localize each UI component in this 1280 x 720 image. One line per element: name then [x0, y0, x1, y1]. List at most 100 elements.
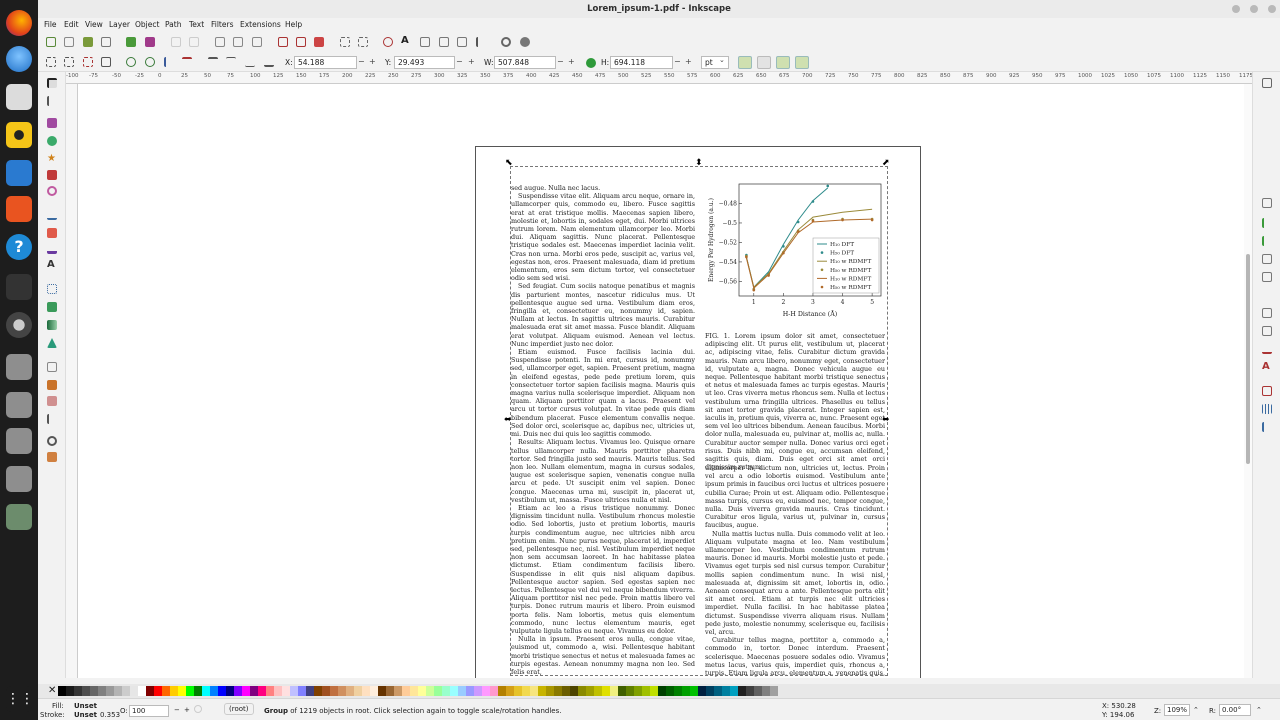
color-swatch[interactable] — [314, 686, 322, 696]
color-swatch[interactable] — [642, 686, 650, 696]
clone-icon[interactable] — [296, 37, 306, 47]
scale-handle-top-right[interactable]: ⬈ — [882, 159, 890, 168]
color-swatch[interactable] — [690, 686, 698, 696]
ungroup-icon[interactable] — [358, 37, 368, 47]
import-icon[interactable] — [126, 37, 136, 47]
spray-tool-icon[interactable] — [47, 284, 57, 294]
color-swatch[interactable] — [458, 686, 466, 696]
snap-guide-icon[interactable] — [1262, 422, 1272, 432]
color-swatch[interactable] — [114, 686, 122, 696]
gradient-tool-icon[interactable] — [47, 320, 57, 330]
transform-icon[interactable] — [101, 57, 111, 67]
color-swatch[interactable] — [570, 686, 578, 696]
select-all-icon[interactable] — [46, 57, 56, 67]
zoom-tool-icon[interactable] — [47, 436, 57, 446]
lower-to-bottom-icon[interactable] — [264, 57, 274, 67]
color-swatch[interactable] — [418, 686, 426, 696]
color-swatch[interactable] — [74, 686, 82, 696]
color-swatch[interactable] — [290, 686, 298, 696]
color-swatch[interactable] — [522, 686, 530, 696]
color-swatch[interactable] — [266, 686, 274, 696]
opacity-minus-button[interactable]: − — [174, 706, 180, 714]
color-swatch[interactable] — [146, 686, 154, 696]
x-input[interactable]: 54.188 — [294, 56, 357, 69]
3d-box-tool-icon[interactable] — [47, 170, 57, 180]
color-swatch[interactable] — [514, 686, 522, 696]
color-swatch[interactable] — [650, 686, 658, 696]
drawing-canvas[interactable]: sed augue. Nulla nec lacus. Suspendisse … — [78, 84, 1244, 678]
text-font-icon[interactable]: A — [401, 35, 411, 46]
menu-filters[interactable]: Filters — [211, 20, 233, 29]
tweak-tool-icon[interactable] — [47, 362, 57, 372]
color-swatch[interactable] — [226, 686, 234, 696]
usb-icon[interactable] — [6, 428, 32, 454]
deselect-icon[interactable] — [83, 57, 93, 67]
color-swatch[interactable] — [162, 686, 170, 696]
color-swatch[interactable] — [66, 686, 74, 696]
color-swatch[interactable] — [770, 686, 778, 696]
color-swatch[interactable] — [602, 686, 610, 696]
color-swatch[interactable] — [706, 686, 714, 696]
color-swatch[interactable] — [122, 686, 130, 696]
color-swatch[interactable] — [554, 686, 562, 696]
flip-horizontal-icon[interactable] — [164, 57, 174, 67]
zoom-stepper[interactable]: ⌃ — [1193, 706, 1199, 714]
cut-icon[interactable] — [233, 37, 243, 47]
new-document-icon[interactable] — [46, 37, 56, 47]
print-icon[interactable] — [101, 37, 111, 47]
mesh-tool-icon[interactable] — [47, 302, 57, 312]
xml-editor-icon[interactable] — [420, 37, 430, 47]
transform-gradients-toggle[interactable] — [776, 56, 790, 69]
thunderbird-icon[interactable] — [6, 46, 32, 72]
copy-icon[interactable] — [215, 37, 225, 47]
objects-icon[interactable] — [457, 37, 467, 47]
menu-file[interactable]: File — [44, 20, 57, 29]
open-icon[interactable] — [64, 37, 74, 47]
menu-layer[interactable]: Layer — [109, 20, 130, 29]
snap-page-icon[interactable] — [1262, 386, 1272, 396]
y-minus-button[interactable]: − — [456, 57, 463, 66]
fill-stroke-icon[interactable] — [383, 37, 393, 47]
pencil-tool-icon[interactable] — [47, 228, 57, 238]
select-all-layers-icon[interactable] — [64, 57, 74, 67]
color-swatch[interactable] — [234, 686, 242, 696]
x-plus-button[interactable]: + — [369, 57, 376, 66]
color-palette[interactable]: ✕ — [38, 684, 1280, 698]
y-plus-button[interactable]: + — [468, 57, 475, 66]
color-swatch[interactable] — [722, 686, 730, 696]
color-swatch[interactable] — [410, 686, 418, 696]
menu-object[interactable]: Object — [135, 20, 159, 29]
y-input[interactable]: 29.493 — [394, 56, 455, 69]
h-plus-button[interactable]: + — [685, 57, 692, 66]
h-input[interactable]: 694.118 — [610, 56, 673, 69]
color-swatch[interactable] — [402, 686, 410, 696]
color-swatch[interactable] — [386, 686, 394, 696]
firefox-icon[interactable] — [6, 10, 32, 36]
color-swatch[interactable] — [490, 686, 498, 696]
color-swatch[interactable] — [746, 686, 754, 696]
rectangle-tool-icon[interactable] — [47, 118, 57, 128]
software-icon[interactable] — [6, 196, 32, 222]
duplicate-icon[interactable] — [278, 37, 288, 47]
close-button[interactable] — [1268, 5, 1276, 13]
scale-stroke-toggle[interactable] — [738, 56, 752, 69]
color-swatch[interactable] — [138, 686, 146, 696]
scale-handle-top-left[interactable]: ⬉ — [505, 159, 513, 168]
undo-icon[interactable] — [171, 37, 181, 47]
color-swatch[interactable] — [90, 686, 98, 696]
drive-icon[interactable] — [6, 392, 32, 418]
fill-value[interactable]: Unset — [74, 702, 97, 710]
group-icon[interactable] — [340, 37, 350, 47]
selection-bounding-box[interactable] — [510, 166, 888, 676]
color-swatch[interactable] — [506, 686, 514, 696]
menu-path[interactable]: Path — [165, 20, 181, 29]
color-swatch[interactable] — [738, 686, 746, 696]
color-swatch[interactable] — [578, 686, 586, 696]
color-swatch[interactable] — [482, 686, 490, 696]
color-swatch[interactable] — [154, 686, 162, 696]
snap-toggle-icon[interactable] — [1262, 78, 1272, 88]
rotate-cw-icon[interactable] — [145, 57, 155, 67]
snap-smooth-icon[interactable] — [1262, 272, 1272, 282]
snap-bbox-icon[interactable] — [1262, 198, 1272, 208]
color-swatch[interactable] — [250, 686, 258, 696]
